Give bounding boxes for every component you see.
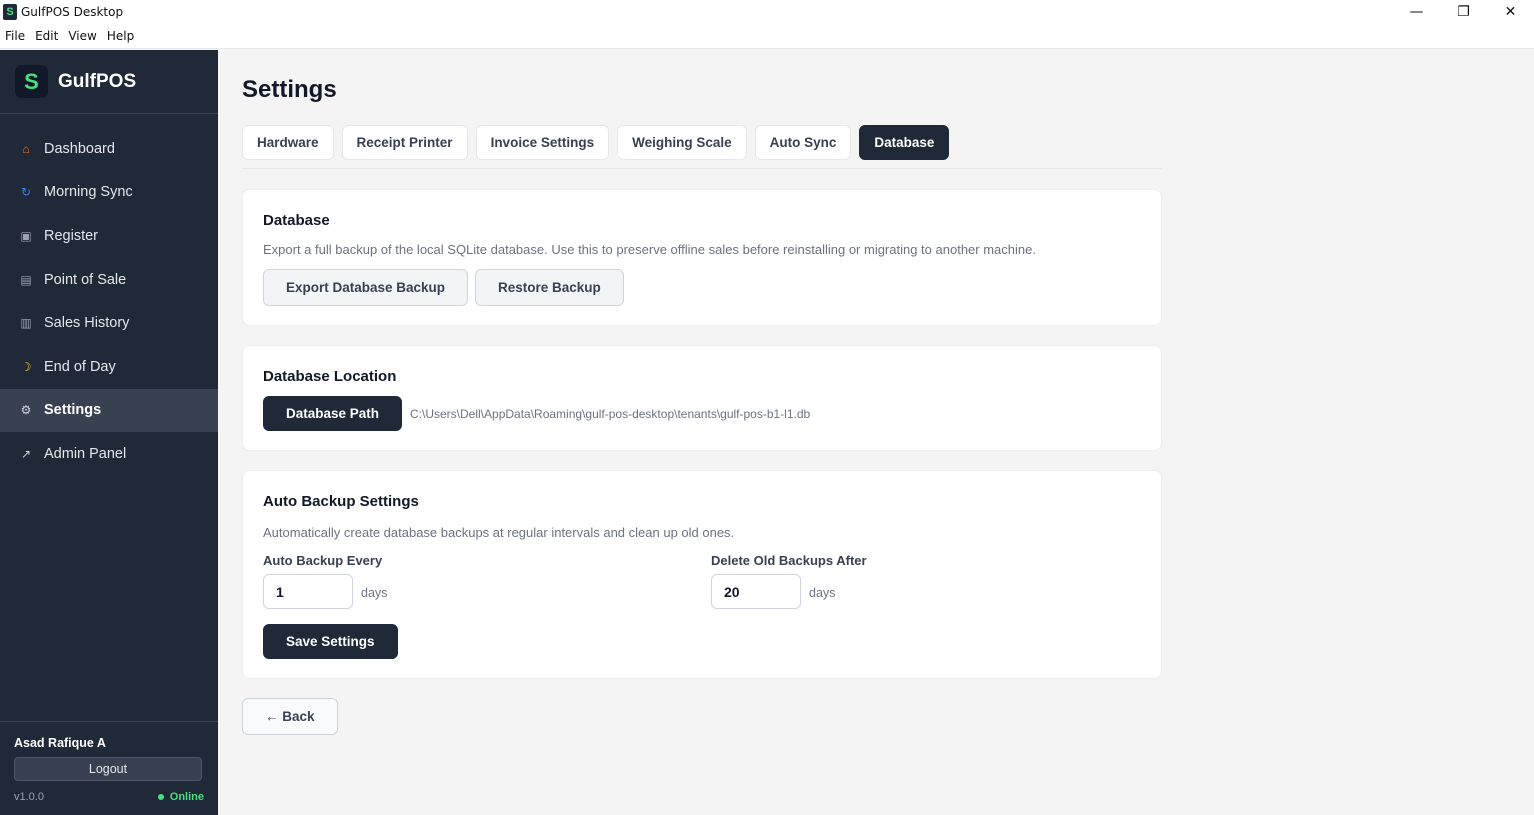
sidebar-item-morning-sync[interactable]: ↻ Morning Sync — [0, 171, 218, 215]
moon-icon: ☽ — [20, 359, 32, 374]
database-card: Database Export a full backup of the loc… — [242, 189, 1162, 326]
main-content: Settings Hardware Receipt Printer Invoic… — [219, 50, 1534, 815]
settings-tabs: Hardware Receipt Printer Invoice Setting… — [242, 125, 950, 160]
external-link-icon: ↗ — [20, 446, 32, 461]
sidebar-nav: ⌂ Dashboard ↻ Morning Sync ▣ Register ▤ … — [0, 127, 218, 476]
sidebar-item-label: Settings — [44, 402, 102, 419]
gear-icon: ⚙ — [20, 403, 32, 418]
sidebar-item-sales-history[interactable]: ▥ Sales History — [0, 301, 218, 345]
backup-every-label: Auto Backup Every — [263, 553, 383, 568]
restore-backup-button[interactable]: Restore Backup — [475, 269, 624, 306]
menu-edit[interactable]: Edit — [30, 29, 63, 43]
delete-after-unit: days — [809, 586, 836, 600]
page-title: Settings — [242, 76, 337, 103]
sidebar-item-settings[interactable]: ⚙ Settings — [0, 388, 218, 433]
window-title: GulfPOS Desktop — [21, 5, 124, 19]
sidebar-footer: Asad Rafique A Logout v1.0.0 Online — [0, 721, 218, 815]
menu-help[interactable]: Help — [102, 29, 139, 43]
register-icon: ▣ — [20, 228, 32, 243]
status-text: Online — [169, 791, 204, 803]
backup-every-input[interactable] — [263, 574, 353, 609]
card-title: Database Location — [263, 368, 397, 385]
logout-button[interactable]: Logout — [14, 757, 202, 781]
menu-file[interactable]: File — [0, 29, 30, 43]
status-dot-icon — [157, 794, 164, 800]
sidebar-item-label: Admin Panel — [44, 445, 127, 462]
sidebar: S GulfPOS ⌂ Dashboard ↻ Morning Sync ▣ R… — [0, 50, 218, 815]
sidebar-item-label: End of Day — [44, 358, 116, 375]
delete-after-input[interactable] — [711, 574, 801, 609]
tab-hardware[interactable]: Hardware — [242, 125, 334, 160]
back-button[interactable]: ← Back — [242, 698, 338, 735]
home-icon: ⌂ — [22, 141, 30, 156]
database-location-card: Database Location Database Path C:\Users… — [242, 345, 1162, 451]
cart-icon: ▤ — [20, 272, 32, 287]
close-icon[interactable]: ✕ — [1487, 0, 1534, 24]
menu-bar: File Edit View Help — [0, 24, 1534, 49]
brand: S GulfPOS — [0, 50, 218, 114]
tab-invoice-settings[interactable]: Invoice Settings — [475, 125, 610, 160]
card-description: Export a full backup of the local SQLite… — [263, 242, 1036, 257]
restore-icon[interactable]: ❐ — [1440, 0, 1487, 24]
delete-after-label: Delete Old Backups After — [711, 553, 867, 568]
sidebar-item-admin-panel[interactable]: ↗ Admin Panel — [0, 432, 218, 476]
database-path-button[interactable]: Database Path — [263, 396, 403, 431]
sidebar-item-dashboard[interactable]: ⌂ Dashboard — [0, 127, 218, 171]
brand-name: GulfPOS — [58, 70, 137, 92]
minimize-icon[interactable]: — — [1393, 0, 1440, 24]
version-label: v1.0.0 — [14, 791, 44, 803]
save-settings-button[interactable]: Save Settings — [263, 624, 398, 659]
card-title: Auto Backup Settings — [263, 493, 419, 510]
tab-database[interactable]: Database — [859, 125, 950, 160]
tab-weighing-scale[interactable]: Weighing Scale — [617, 125, 747, 160]
sidebar-item-label: Point of Sale — [44, 271, 127, 288]
menu-view[interactable]: View — [63, 29, 101, 43]
export-backup-button[interactable]: Export Database Backup — [263, 269, 469, 306]
database-path-text: C:\Users\Dell\AppData\Roaming\gulf-pos-d… — [410, 407, 811, 421]
sidebar-item-end-of-day[interactable]: ☽ End of Day — [0, 345, 218, 389]
title-bar: S GulfPOS Desktop — ❐ ✕ — [0, 0, 1534, 24]
sidebar-item-label: Dashboard — [44, 140, 115, 157]
auto-backup-card: Auto Backup Settings Automatically creat… — [242, 470, 1162, 679]
sidebar-item-register[interactable]: ▣ Register — [0, 214, 218, 258]
tab-auto-sync[interactable]: Auto Sync — [754, 125, 852, 160]
footer-row: v1.0.0 Online — [14, 791, 204, 803]
sidebar-item-label: Morning Sync — [44, 184, 133, 201]
sidebar-item-label: Register — [44, 227, 98, 244]
tabs-divider — [242, 168, 1162, 169]
card-title: Database — [263, 212, 330, 229]
sidebar-item-label: Sales History — [44, 315, 130, 332]
window-controls: — ❐ ✕ — [1393, 0, 1534, 24]
sync-icon: ↻ — [20, 185, 32, 200]
app-icon: S — [3, 4, 17, 20]
backup-every-unit: days — [361, 586, 388, 600]
status-badge: Online — [157, 791, 204, 803]
logo-icon: S — [15, 65, 48, 98]
sidebar-item-point-of-sale[interactable]: ▤ Point of Sale — [0, 258, 218, 302]
tab-receipt-printer[interactable]: Receipt Printer — [341, 125, 468, 160]
user-name: Asad Rafique A — [14, 736, 106, 750]
card-description: Automatically create database backups at… — [263, 525, 735, 540]
receipt-icon: ▥ — [20, 316, 32, 331]
